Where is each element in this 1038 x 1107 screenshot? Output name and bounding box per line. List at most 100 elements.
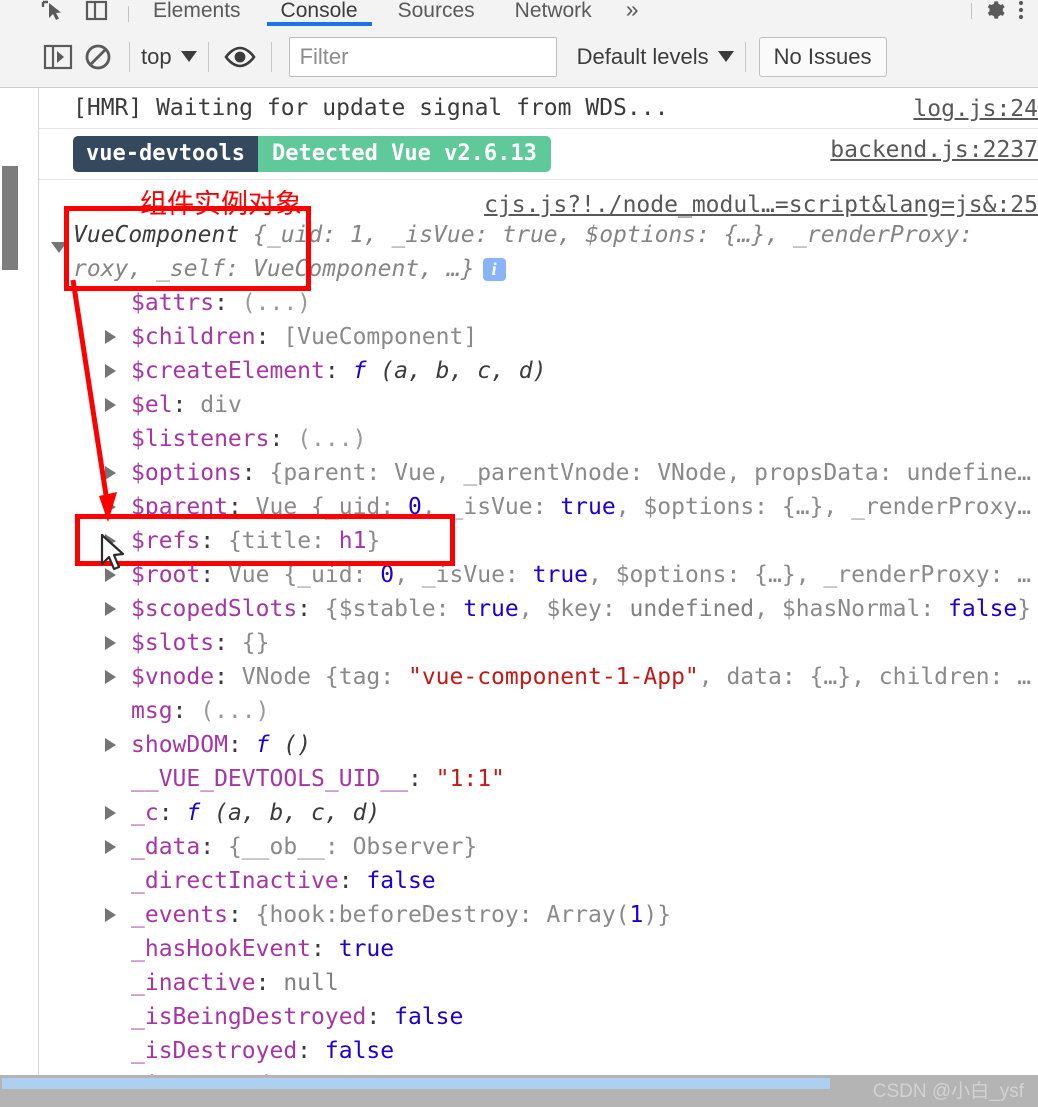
create-live-expression-icon[interactable] bbox=[220, 37, 260, 77]
tab-overflow-chevron-icon[interactable]: » bbox=[612, 0, 653, 26]
object-property-name: _directInactive bbox=[131, 868, 339, 894]
clear-console-icon[interactable] bbox=[78, 37, 118, 77]
filter-input[interactable] bbox=[288, 36, 557, 77]
object-property-value: {parent: Vue, _parentVnode: VNode, props… bbox=[269, 460, 1032, 486]
show-console-sidebar-icon[interactable] bbox=[38, 37, 78, 77]
console-vertical-scrollbar-thumb[interactable] bbox=[2, 166, 18, 270]
object-property-separator: : bbox=[172, 392, 201, 418]
object-property-name: $listeners bbox=[131, 426, 270, 452]
object-property-separator: : bbox=[255, 324, 284, 350]
hmr-source-link[interactable]: log.js:24 bbox=[913, 96, 1038, 122]
log-levels-selector[interactable]: Default levels bbox=[577, 44, 734, 70]
chevron-down-icon bbox=[717, 51, 734, 62]
expand-triangle-icon[interactable] bbox=[51, 242, 67, 253]
object-property-separator: : bbox=[297, 596, 325, 622]
expand-triangle-icon[interactable] bbox=[105, 466, 116, 480]
object-property-row[interactable]: $refs: {title: h1} bbox=[97, 524, 1038, 558]
expand-triangle-icon[interactable] bbox=[105, 908, 116, 922]
tab-network[interactable]: Network bbox=[495, 0, 612, 26]
vue-devtools-badge-value: Detected Vue v2.6.13 bbox=[257, 136, 551, 172]
console-vertical-scrollbar[interactable] bbox=[0, 88, 22, 1088]
tab-sources[interactable]: Sources bbox=[378, 0, 495, 26]
tab-strip-divider bbox=[128, 6, 129, 22]
object-property-row[interactable]: $options: {parent: Vue, _parentVnode: VN… bbox=[97, 456, 1038, 490]
object-property-value: div bbox=[200, 392, 242, 418]
object-property-row[interactable]: $attrs: (...) bbox=[97, 286, 1038, 320]
object-property-row[interactable]: $createElement: f (a, b, c, d) bbox=[97, 354, 1038, 388]
console-message-list[interactable]: [HMR] Waiting for update signal from WDS… bbox=[38, 88, 1038, 1088]
vue-devtools-source-link[interactable]: backend.js:2237 bbox=[830, 137, 1038, 163]
log-levels-value: Default levels bbox=[576, 43, 709, 69]
console-horizontal-scrollbar[interactable]: CSDN @小白_ysf bbox=[0, 1075, 1038, 1107]
console-horizontal-scrollbar-thumb[interactable] bbox=[2, 1078, 830, 1089]
object-property-row[interactable]: $listeners: (...) bbox=[97, 422, 1038, 456]
expand-triangle-icon[interactable] bbox=[105, 602, 116, 616]
object-property-row[interactable]: $el: div bbox=[97, 388, 1038, 422]
info-icon[interactable]: i bbox=[482, 258, 506, 281]
execution-context-selector[interactable]: top bbox=[141, 44, 197, 70]
object-property-name: $refs bbox=[131, 528, 201, 554]
object-property-value: null bbox=[283, 970, 339, 996]
settings-gear-icon[interactable] bbox=[982, 0, 1008, 21]
object-property-separator: : bbox=[241, 460, 270, 486]
object-property-row[interactable]: _c: f (a, b, c, d) bbox=[97, 796, 1038, 830]
object-property-row[interactable]: $parent: Vue {_uid: 0, _isVue: true, $op… bbox=[97, 490, 1038, 524]
object-property-value: {} bbox=[241, 630, 270, 656]
vue-devtools-badge: vue-devtools Detected Vue v2.6.13 bbox=[73, 136, 551, 172]
component-object-source-link[interactable]: cjs.js?!./node_modul…=script&lang=js&:25 bbox=[484, 192, 1038, 218]
object-property-row[interactable]: _hasHookEvent: true bbox=[97, 932, 1038, 966]
issues-button[interactable]: No Issues bbox=[758, 36, 887, 77]
object-property-row[interactable]: __VUE_DEVTOOLS_UID__: "1:1" bbox=[97, 762, 1038, 796]
object-property-value: false bbox=[394, 1004, 464, 1030]
object-property-separator: : bbox=[366, 1004, 395, 1030]
tab-strip-right-divider bbox=[971, 3, 972, 19]
object-property-name: $scopedSlots bbox=[131, 596, 298, 622]
object-property-separator: : bbox=[214, 630, 242, 656]
object-property-value: (...) bbox=[241, 290, 312, 316]
object-property-name: _hasHookEvent bbox=[131, 936, 312, 962]
object-property-separator: : bbox=[255, 970, 284, 996]
device-toolbar-icon[interactable] bbox=[84, 0, 110, 22]
object-property-row[interactable]: _isBeingDestroyed: false bbox=[97, 1000, 1038, 1034]
expand-triangle-icon[interactable] bbox=[105, 568, 116, 582]
expand-triangle-icon[interactable] bbox=[105, 636, 116, 650]
tab-strip-icon-group bbox=[0, 0, 124, 26]
tab-elements[interactable]: Elements bbox=[133, 0, 261, 26]
expand-triangle-icon[interactable] bbox=[105, 330, 116, 344]
object-property-row[interactable]: $root: Vue {_uid: 0, _isVue: true, $opti… bbox=[97, 558, 1038, 592]
object-property-value: Vue {_uid: 0, _isVue: true, $options: {…… bbox=[227, 562, 1032, 588]
object-property-row[interactable]: $slots: {} bbox=[97, 626, 1038, 660]
object-constructor-name: VueComponent bbox=[73, 222, 240, 248]
object-property-row[interactable]: _directInactive: false bbox=[97, 864, 1038, 898]
expand-triangle-icon[interactable] bbox=[105, 364, 116, 378]
object-property-value: {__ob__: Observer} bbox=[227, 834, 478, 860]
object-property-value: f (a, b, c, d) bbox=[352, 358, 547, 384]
expand-triangle-icon[interactable] bbox=[105, 500, 116, 514]
expand-triangle-icon[interactable] bbox=[105, 738, 116, 752]
object-property-row[interactable]: $children: [VueComponent] bbox=[97, 320, 1038, 354]
expand-triangle-icon[interactable] bbox=[105, 840, 116, 854]
object-property-row[interactable]: _events: {hook:beforeDestroy: Array(1)} bbox=[97, 898, 1038, 932]
object-property-separator: : bbox=[297, 1038, 325, 1064]
object-property-row[interactable]: _isDestroyed: false bbox=[97, 1034, 1038, 1068]
more-options-icon[interactable] bbox=[1014, 0, 1028, 21]
object-property-row[interactable]: msg: (...) bbox=[97, 694, 1038, 728]
inspect-element-icon[interactable] bbox=[40, 0, 66, 22]
expand-triangle-icon[interactable] bbox=[105, 670, 116, 684]
tab-console[interactable]: Console bbox=[261, 0, 378, 26]
object-property-row[interactable]: $scopedSlots: {$stable: true, $key: unde… bbox=[97, 592, 1038, 626]
expand-triangle-icon[interactable] bbox=[105, 534, 116, 548]
object-property-row[interactable]: _inactive: null bbox=[97, 966, 1038, 1000]
object-property-name: $root bbox=[131, 562, 201, 588]
object-header[interactable]: VueComponent {_uid: 1, _isVue: true, $op… bbox=[51, 218, 1038, 286]
object-property-row[interactable]: _data: {__ob__: Observer} bbox=[97, 830, 1038, 864]
object-inspector: VueComponent {_uid: 1, _isVue: true, $op… bbox=[51, 216, 1038, 1088]
object-property-separator: : bbox=[338, 868, 367, 894]
object-property-row[interactable]: $vnode: VNode {tag: "vue-component-1-App… bbox=[97, 660, 1038, 694]
expand-triangle-icon[interactable] bbox=[105, 806, 116, 820]
expand-triangle-icon[interactable] bbox=[105, 398, 116, 412]
object-property-separator: : bbox=[227, 494, 256, 520]
object-property-row[interactable]: showDOM: f () bbox=[97, 728, 1038, 762]
object-property-value: true bbox=[338, 936, 395, 962]
watermark-text: CSDN @小白_ysf bbox=[872, 1081, 1024, 1102]
